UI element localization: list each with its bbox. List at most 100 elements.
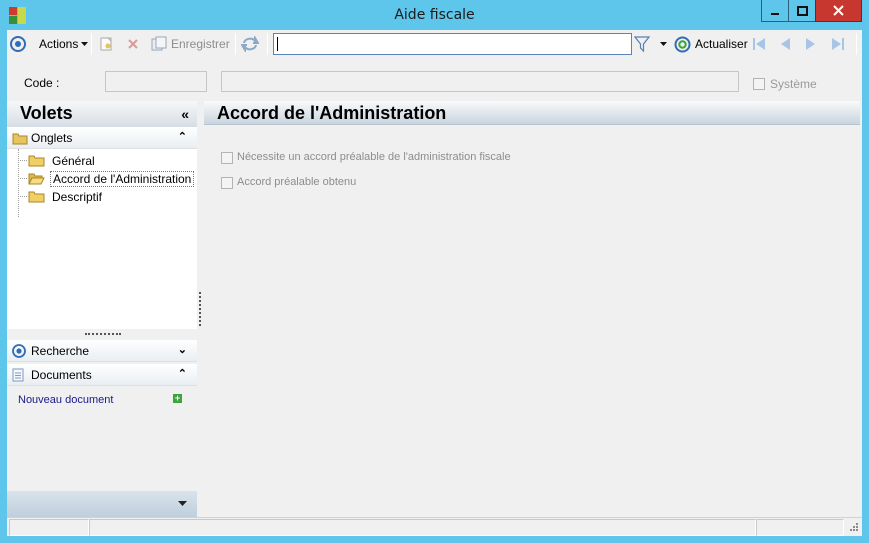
refresh-button[interactable]: Actualiser bbox=[674, 34, 748, 54]
refresh-icon bbox=[674, 36, 691, 52]
chevron-down-icon bbox=[660, 42, 667, 46]
description-field[interactable] bbox=[221, 71, 739, 92]
collapse-pane-icon[interactable]: « bbox=[181, 106, 189, 122]
section-header-documents[interactable]: Documents ⌃ bbox=[7, 364, 197, 386]
first-record-button[interactable] bbox=[751, 34, 767, 54]
filter-button[interactable] bbox=[634, 34, 650, 54]
tree-line bbox=[18, 160, 27, 161]
tree-line bbox=[18, 178, 27, 179]
filter-dropdown-button[interactable] bbox=[659, 34, 668, 54]
toolbar-separator bbox=[91, 33, 92, 55]
new-document-link[interactable]: Nouveau document bbox=[18, 394, 113, 406]
chevron-down-icon bbox=[81, 42, 89, 46]
section-label: Recherche bbox=[31, 344, 90, 358]
tree-item-label: Accord de l'Administration bbox=[50, 170, 195, 187]
actions-label: Actions bbox=[39, 37, 79, 51]
maximize-icon bbox=[796, 5, 808, 16]
chevron-up-double-icon[interactable]: ⌃ bbox=[178, 367, 187, 380]
delete-icon bbox=[128, 39, 138, 49]
close-button[interactable] bbox=[815, 0, 862, 22]
save-button[interactable]: Enregistrer bbox=[151, 34, 230, 54]
first-record-icon bbox=[753, 38, 765, 50]
text-caret bbox=[277, 37, 278, 51]
code-label: Code : bbox=[24, 76, 60, 90]
chevron-up-double-icon[interactable]: ⌃ bbox=[178, 130, 187, 143]
section-label: Documents bbox=[31, 368, 92, 382]
document-icon bbox=[12, 368, 24, 382]
system-label: Système bbox=[770, 77, 817, 91]
section-label: Onglets bbox=[31, 131, 73, 145]
folder-icon bbox=[28, 191, 45, 203]
delete-button[interactable] bbox=[125, 34, 141, 54]
next-record-button[interactable] bbox=[804, 34, 818, 54]
search-input[interactable] bbox=[273, 33, 632, 55]
tree-item-descriptif[interactable]: Descriptif bbox=[28, 188, 104, 205]
documents-area: Nouveau document + bbox=[7, 386, 197, 491]
code-field[interactable] bbox=[105, 71, 207, 92]
content-title: Accord de l'Administration bbox=[217, 103, 447, 123]
filter-icon bbox=[634, 36, 650, 53]
status-cell bbox=[756, 519, 844, 536]
option-label: Nécessite un accord préalable de l'admin… bbox=[237, 151, 511, 163]
status-cell bbox=[89, 519, 756, 536]
system-checkbox[interactable] bbox=[753, 78, 765, 90]
pane-footer[interactable] bbox=[7, 491, 197, 517]
last-record-button[interactable] bbox=[830, 34, 846, 54]
last-record-icon bbox=[832, 38, 844, 50]
maximize-button[interactable] bbox=[788, 0, 815, 22]
resize-grip-icon[interactable] bbox=[848, 523, 859, 534]
new-record-button[interactable] bbox=[98, 34, 114, 54]
add-icon[interactable]: + bbox=[173, 394, 182, 403]
tabs-tree: Général Accord de l'Administration Descr… bbox=[7, 149, 197, 329]
chevron-down-icon bbox=[178, 501, 187, 506]
chevron-down-double-icon[interactable]: ⌄ bbox=[178, 343, 187, 356]
folder-icon bbox=[12, 133, 28, 145]
section-header-tabs[interactable]: Onglets ⌃ bbox=[7, 127, 197, 149]
minimize-button[interactable] bbox=[761, 0, 788, 22]
refresh-label: Actualiser bbox=[695, 37, 748, 51]
prior-agreement-required-checkbox[interactable] bbox=[221, 152, 233, 164]
tab-content: Accord de l'Administration Nécessite un … bbox=[204, 101, 860, 517]
save-label: Enregistrer bbox=[171, 37, 230, 51]
client-area: Actions Enregistrer Actualiser Code: Sy… bbox=[7, 30, 862, 536]
toolbar-separator bbox=[267, 33, 268, 55]
prior-agreement-obtained-checkbox[interactable] bbox=[221, 177, 233, 189]
toolbar-separator bbox=[856, 33, 857, 55]
minimize-icon bbox=[771, 12, 779, 15]
window-controls bbox=[761, 0, 862, 22]
pane-splitter-handle[interactable] bbox=[199, 292, 201, 326]
pane-title: Volets bbox=[20, 103, 73, 123]
sync-icon bbox=[241, 36, 259, 52]
new-record-icon bbox=[100, 37, 112, 51]
search-target-icon bbox=[12, 344, 26, 358]
previous-record-icon bbox=[781, 38, 790, 50]
tree-line bbox=[18, 196, 27, 197]
window-title: Aide fiscale bbox=[394, 7, 475, 23]
tree-item-general[interactable]: Général bbox=[28, 152, 97, 169]
section-splitter-handle[interactable] bbox=[85, 333, 121, 335]
toolbar: Actions Enregistrer Actualiser bbox=[7, 30, 862, 59]
title-bar[interactable]: Aide fiscale bbox=[0, 0, 869, 30]
folder-open-icon bbox=[28, 173, 45, 185]
previous-record-button[interactable] bbox=[778, 34, 792, 54]
sync-button[interactable] bbox=[241, 34, 259, 54]
next-record-icon bbox=[806, 38, 815, 50]
status-bar bbox=[7, 517, 862, 536]
pane-header: Volets « bbox=[7, 101, 197, 127]
section-header-search[interactable]: Recherche ⌄ bbox=[7, 340, 197, 362]
actions-target-button[interactable] bbox=[10, 34, 26, 54]
folder-icon bbox=[28, 155, 45, 167]
tree-item-label: Général bbox=[52, 153, 95, 168]
content-header: Accord de l'Administration bbox=[204, 101, 860, 125]
target-icon bbox=[10, 36, 26, 52]
option-label: Accord préalable obtenu bbox=[237, 176, 357, 188]
application-window: Aide fiscale Actions Enregistrer Actuali… bbox=[0, 0, 869, 543]
close-icon bbox=[833, 5, 844, 16]
tree-item-label: Descriptif bbox=[52, 189, 103, 204]
side-pane: Volets « Onglets ⌃ Général Accord de l'A… bbox=[7, 101, 197, 517]
actions-menu-button[interactable]: Actions bbox=[39, 34, 89, 54]
tree-item-accord[interactable]: Accord de l'Administration bbox=[28, 170, 195, 187]
toolbar-separator bbox=[235, 33, 236, 55]
save-icon bbox=[151, 36, 167, 51]
record-header: Code : Système bbox=[7, 59, 862, 101]
